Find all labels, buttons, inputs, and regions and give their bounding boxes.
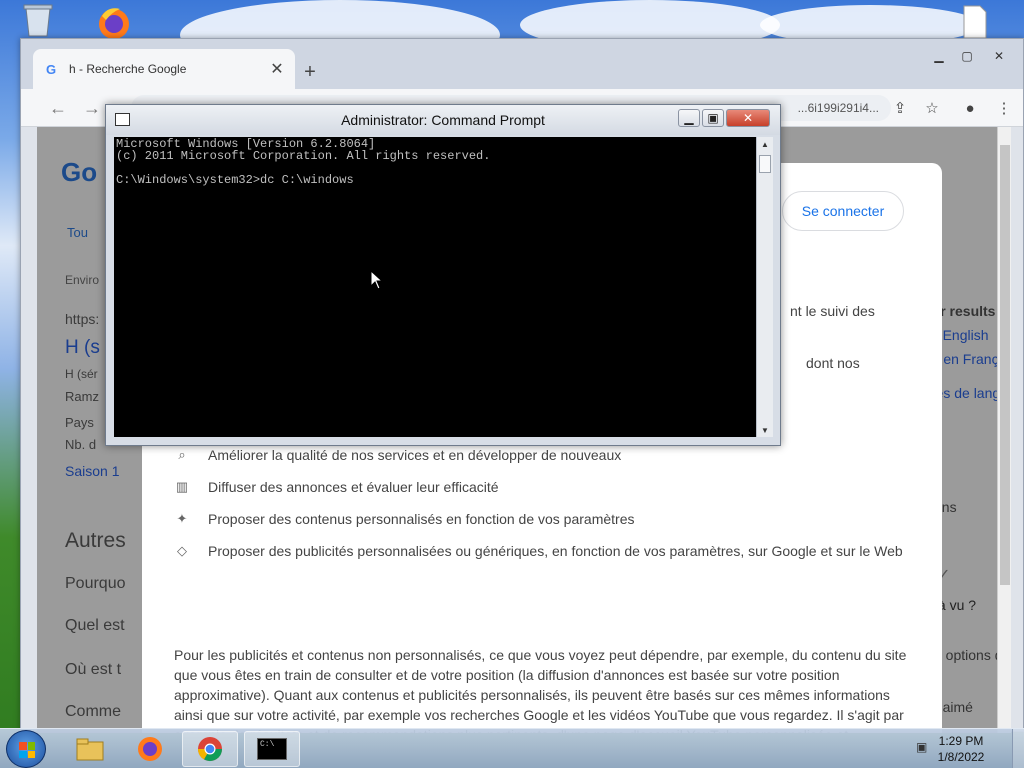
result-snippet: H (sér bbox=[65, 367, 98, 381]
tab-close-icon[interactable]: ✕ bbox=[269, 59, 285, 79]
taskbar-explorer-button[interactable] bbox=[62, 731, 118, 767]
folder-icon bbox=[76, 738, 104, 761]
scroll-up-icon[interactable]: ▲ bbox=[757, 137, 773, 151]
results-count: Enviro bbox=[65, 273, 100, 287]
consent-item: Améliorer la qualité de nos services et … bbox=[208, 447, 622, 463]
cmd-scrollbar[interactable]: ▲ ▼ bbox=[756, 137, 773, 437]
clock-date: 1/8/2022 bbox=[937, 750, 985, 764]
clock-time: 1:29 PM bbox=[938, 734, 984, 748]
scroll-down-icon[interactable]: ▼ bbox=[757, 423, 773, 437]
firefox-icon bbox=[138, 737, 162, 761]
taskbar-firefox-button[interactable] bbox=[122, 731, 178, 767]
autres-heading: Autres bbox=[65, 529, 126, 552]
taskbar-cmd-button[interactable]: C:\ bbox=[244, 731, 300, 767]
consent-fragment: dont nos bbox=[806, 355, 860, 371]
faq-item[interactable]: Quel est bbox=[65, 617, 125, 635]
faq-item[interactable]: Comme bbox=[65, 703, 121, 721]
cmd-minimize-icon[interactable]: ▁ bbox=[678, 109, 700, 127]
consent-item: Proposer des publicités personnalisées o… bbox=[208, 543, 903, 559]
google-logo[interactable]: Go bbox=[61, 157, 97, 188]
sign-in-button[interactable]: Se connecter bbox=[782, 191, 904, 231]
forward-icon[interactable]: → bbox=[81, 97, 103, 119]
command-prompt-window: Administrator: Command Prompt ▁ ▣ ✕ Micr… bbox=[105, 104, 781, 446]
faq-item[interactable]: Pourquo bbox=[65, 575, 126, 593]
cmd-taskbar-icon: C:\ bbox=[257, 738, 287, 760]
search-icon: ⌕ bbox=[178, 447, 186, 462]
close-window-icon[interactable]: ✕ bbox=[987, 47, 1011, 65]
minimize-icon[interactable]: ▁ bbox=[927, 47, 951, 65]
tab-title: h - Recherche Google bbox=[69, 62, 187, 76]
faq-item[interactable]: Où est t bbox=[65, 661, 121, 679]
chrome-icon bbox=[198, 737, 222, 762]
chrome-titlebar: G h - Recherche Google ✕ + ▁ ▢ ✕ bbox=[21, 39, 1023, 89]
consent-fragment: nt le suivi des bbox=[790, 303, 875, 319]
page-scrollbar[interactable] bbox=[997, 127, 1011, 733]
taskbar: C:\ ▣ 1:29 PM 1/8/2022 bbox=[0, 728, 1024, 768]
result-snippet: Nb. d bbox=[65, 437, 97, 452]
recycle-bin-icon[interactable] bbox=[18, 2, 58, 42]
system-clock[interactable]: 1:29 PM 1/8/2022 bbox=[926, 733, 996, 765]
consent-paragraph: Pour les publicités et contenus non pers… bbox=[174, 647, 907, 733]
cmd-close-icon[interactable]: ✕ bbox=[726, 109, 770, 127]
saison-link[interactable]: Saison 1 bbox=[65, 463, 119, 479]
cmd-restore-icon[interactable]: ▣ bbox=[702, 109, 724, 127]
consent-item: Proposer des contenus personnalisés en f… bbox=[208, 511, 635, 527]
new-tab-button[interactable]: + bbox=[297, 59, 323, 85]
bookmark-star-icon[interactable]: ☆ bbox=[921, 97, 943, 119]
start-button[interactable] bbox=[6, 730, 46, 768]
result-url[interactable]: https: bbox=[65, 311, 99, 327]
result-snippet: Ramz bbox=[65, 389, 99, 404]
sparkle-icon: ✦ bbox=[176, 511, 188, 526]
console-input-line[interactable]: C:\Windows\system32>dc C:\windows bbox=[116, 173, 354, 187]
mouse-cursor-icon bbox=[370, 270, 384, 290]
taskbar-chrome-button[interactable] bbox=[182, 731, 238, 767]
tab-all[interactable]: Tou bbox=[67, 225, 88, 240]
back-icon[interactable]: ← bbox=[47, 97, 69, 119]
windows-logo-icon bbox=[19, 742, 35, 758]
share-icon[interactable]: ⇪ bbox=[889, 97, 911, 119]
result-title[interactable]: H (s bbox=[65, 337, 100, 359]
cmd-titlebar[interactable]: Administrator: Command Prompt ▁ ▣ ✕ bbox=[106, 105, 780, 135]
profile-icon[interactable]: ● bbox=[959, 97, 981, 119]
browser-tab[interactable]: G h - Recherche Google ✕ bbox=[33, 49, 295, 89]
page-scroll-thumb[interactable] bbox=[1000, 145, 1010, 585]
show-desktop-button[interactable] bbox=[1012, 729, 1024, 768]
tag-icon: ◇ bbox=[177, 543, 187, 558]
menu-dots-icon[interactable]: ⋮ bbox=[993, 97, 1015, 119]
consent-item: Diffuser des annonces et évaluer leur ef… bbox=[208, 479, 499, 495]
cmd-scroll-thumb[interactable] bbox=[759, 155, 771, 173]
cmd-console[interactable]: Microsoft Windows [Version 6.2.8064] (c)… bbox=[114, 137, 756, 437]
maximize-icon[interactable]: ▢ bbox=[955, 47, 979, 65]
chart-icon: ▥ bbox=[175, 479, 189, 494]
google-favicon-icon: G bbox=[45, 61, 57, 77]
console-line: (c) 2011 Microsoft Corporation. All righ… bbox=[116, 149, 491, 163]
result-snippet: Pays bbox=[65, 415, 94, 430]
